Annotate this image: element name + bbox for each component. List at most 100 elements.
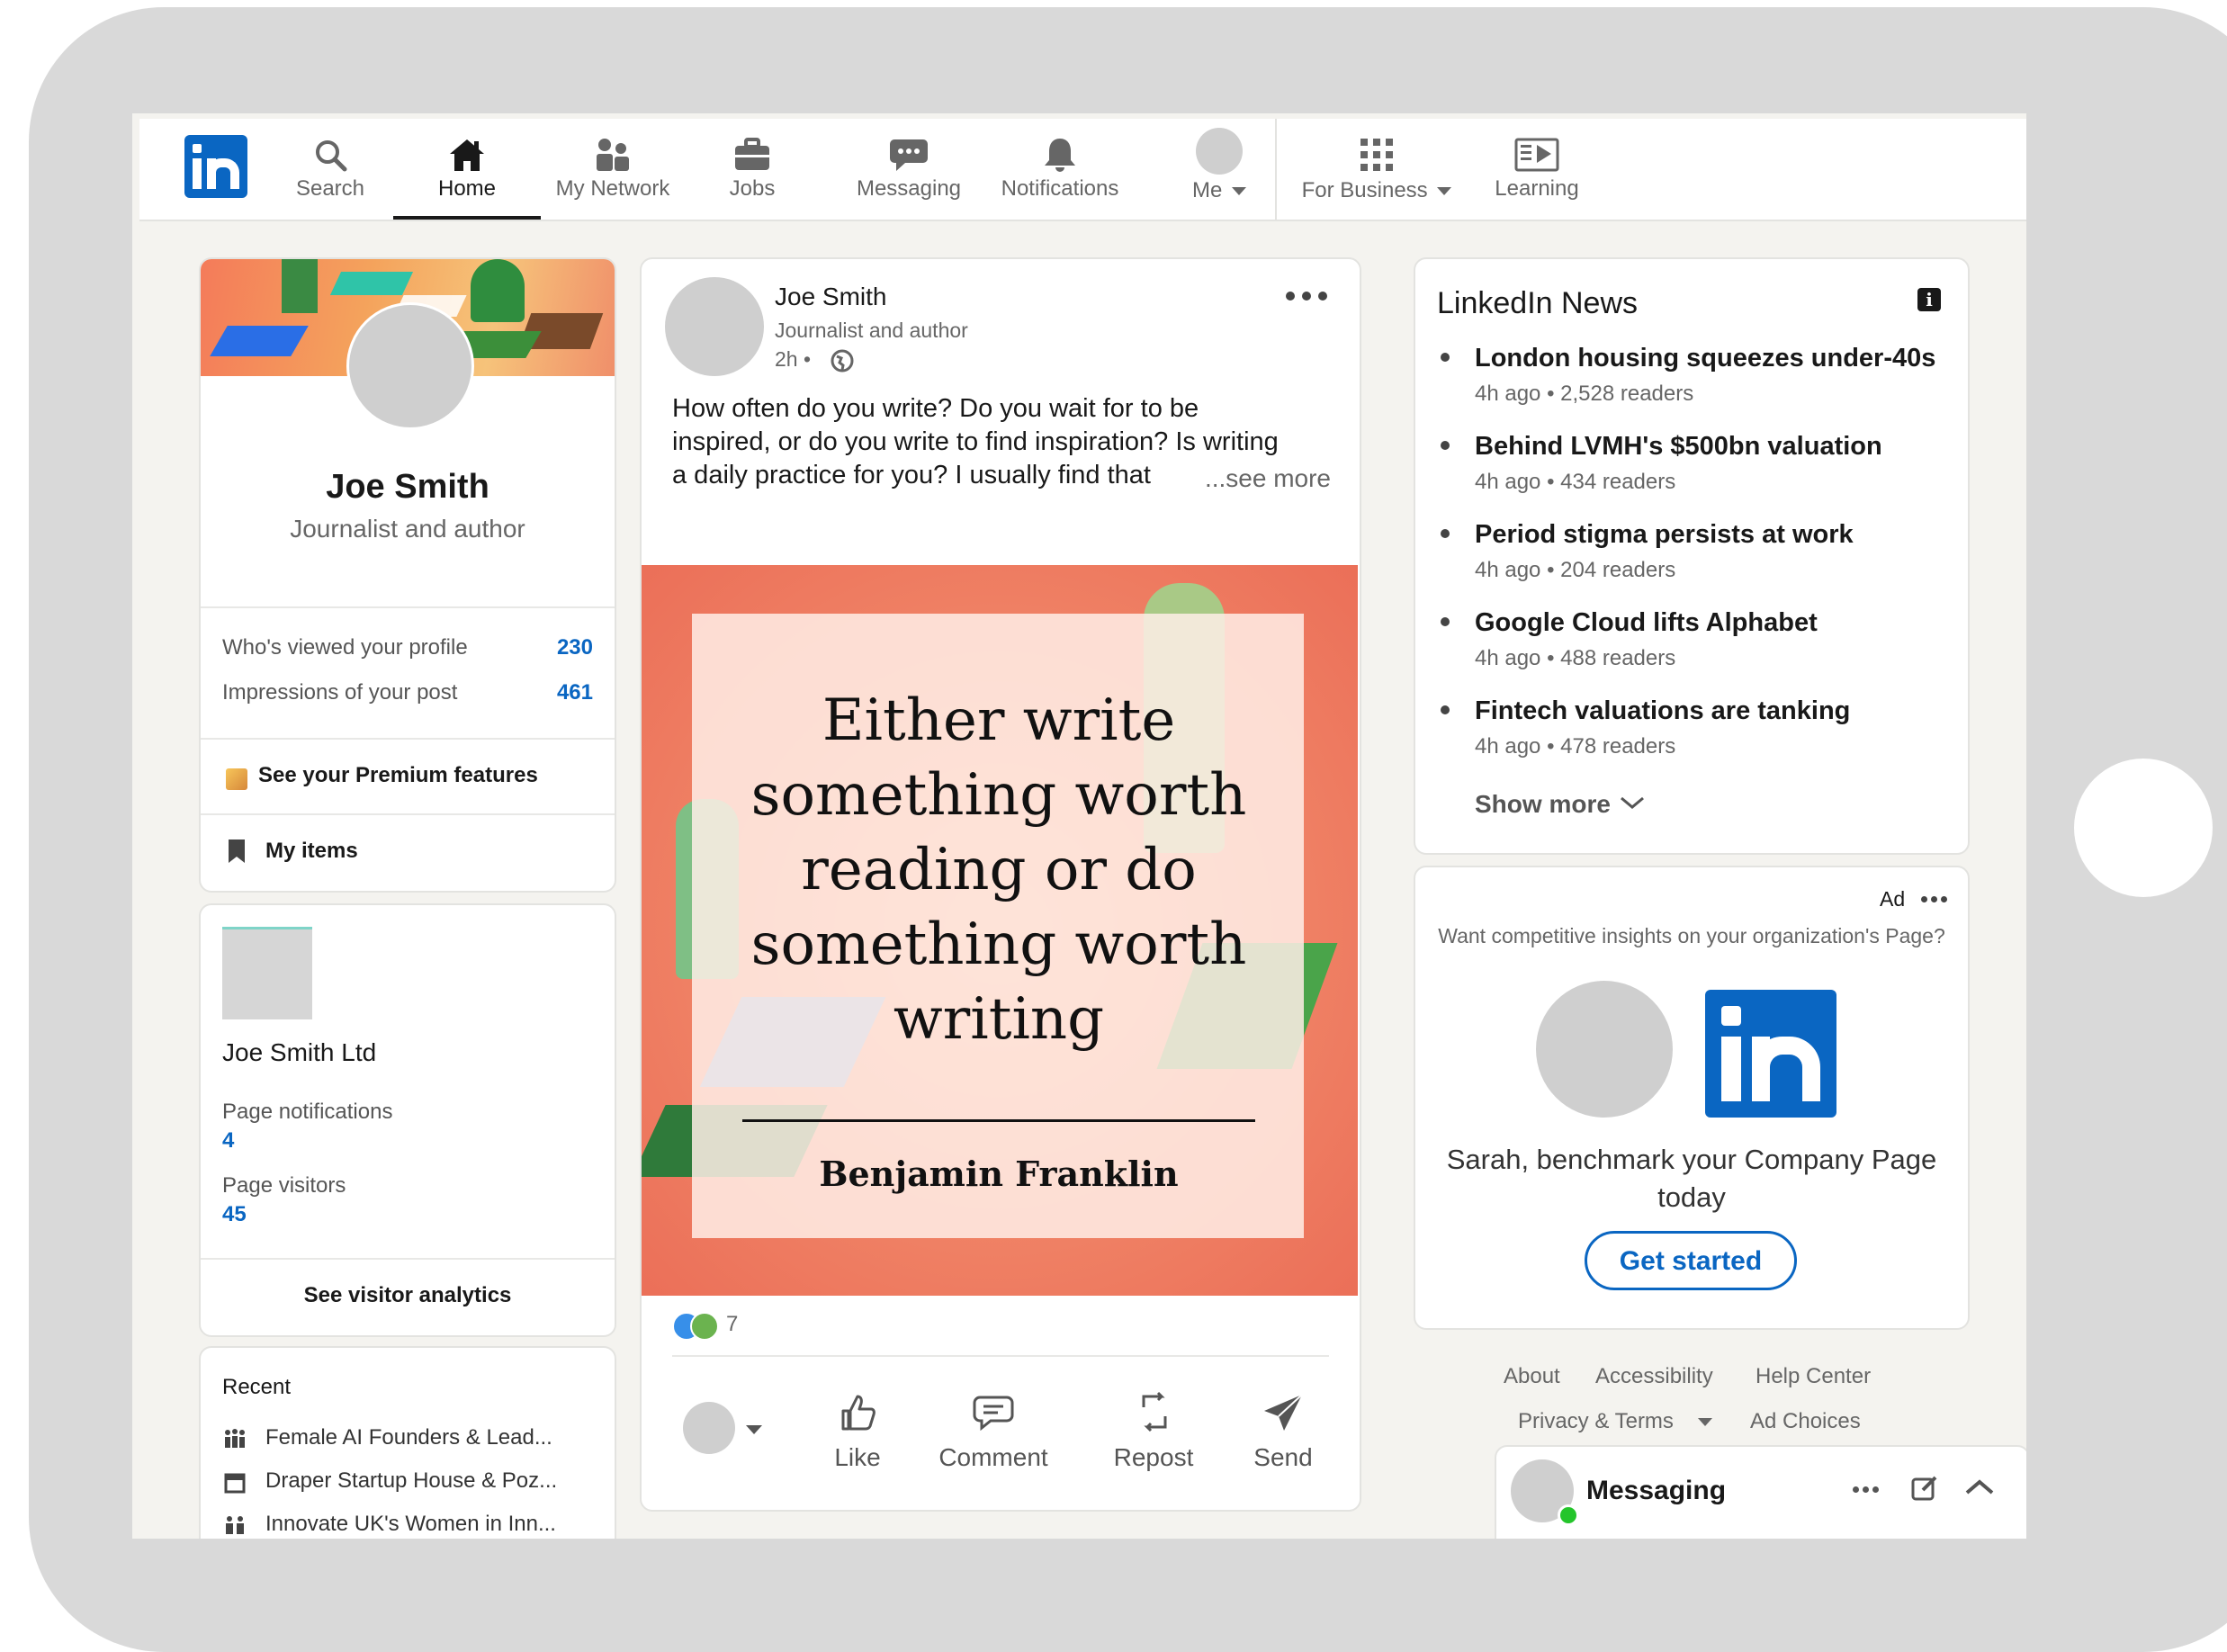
nav-me[interactable]: Me — [1174, 119, 1264, 220]
profile-avatar[interactable] — [346, 302, 474, 430]
footer-link-ad-choices[interactable]: Ad Choices — [1750, 1409, 1861, 1434]
nav-search[interactable]: Search — [276, 119, 384, 220]
news-headline[interactable]: Google Cloud lifts Alphabet — [1475, 608, 1818, 638]
profile-card: Joe Smith Journalist and author Who's vi… — [199, 257, 616, 893]
footer-link-accessibility[interactable]: Accessibility — [1595, 1364, 1713, 1389]
reactor-avatar-selector[interactable] — [683, 1402, 764, 1456]
post-impressions-label[interactable]: Impressions of your post — [222, 680, 457, 705]
bookmark-icon — [228, 839, 246, 864]
news-headline[interactable]: Period stigma persists at work — [1475, 520, 1854, 550]
ad-cta-text: Sarah, benchmark your Company Page today — [1446, 1144, 1937, 1213]
messaging-more-icon[interactable] — [1853, 1486, 1880, 1494]
post-impressions-count[interactable]: 461 — [557, 680, 593, 705]
top-navigation: Search Home My Network Jobs Messaging No… — [139, 119, 2026, 221]
visitor-analytics-link[interactable]: See visitor analytics — [201, 1283, 615, 1308]
recent-item[interactable]: Innovate UK's Women in Inn... — [265, 1512, 556, 1537]
nav-my-network-label: My Network — [555, 176, 670, 201]
comment-icon — [973, 1395, 1014, 1431]
like-button[interactable]: Like — [804, 1386, 911, 1476]
nav-home[interactable]: Home — [393, 119, 541, 220]
news-meta: 4h ago • 434 readers — [1475, 470, 1676, 494]
like-icon — [838, 1393, 877, 1432]
post-time: 2h • — [775, 347, 812, 371]
nav-messaging[interactable]: Messaging — [841, 119, 976, 220]
globe-icon — [831, 349, 854, 373]
company-name[interactable]: Joe Smith Ltd — [222, 1038, 376, 1067]
learning-icon — [1514, 137, 1559, 173]
linkedin-logo-icon — [1705, 990, 1836, 1118]
quote-line: writing — [893, 986, 1105, 1053]
chevron-down-icon — [1437, 187, 1452, 196]
briefcase-icon — [733, 137, 771, 173]
news-meta: 4h ago • 478 readers — [1475, 734, 1676, 759]
chevron-down-icon — [746, 1425, 762, 1434]
news-bullet — [1441, 441, 1450, 450]
chevron-up-icon[interactable] — [1964, 1477, 1995, 1497]
nav-home-label: Home — [437, 176, 497, 201]
recent-item[interactable]: Draper Startup House & Poz... — [265, 1468, 557, 1494]
nav-learning[interactable]: Learning — [1478, 119, 1595, 220]
news-card: LinkedIn News i London housing squeezes … — [1414, 257, 1970, 855]
send-button[interactable]: Send — [1225, 1386, 1342, 1476]
home-icon — [447, 137, 487, 173]
avatar — [683, 1402, 735, 1454]
group-icon — [224, 1515, 246, 1535]
nav-me-label: Me — [1191, 178, 1223, 202]
quote-divider — [742, 1119, 1255, 1122]
company-page-card: Joe Smith Ltd Page notifications 4 Page … — [199, 903, 616, 1337]
comment-button[interactable]: Comment — [917, 1386, 1070, 1476]
news-meta: 4h ago • 204 readers — [1475, 558, 1676, 582]
news-bullet — [1441, 353, 1450, 362]
nav-for-business[interactable]: For Business — [1291, 119, 1462, 220]
my-items-link[interactable]: My items — [265, 839, 358, 864]
post-author-name[interactable]: Joe Smith — [775, 283, 887, 311]
nav-jobs[interactable]: Jobs — [698, 119, 806, 220]
see-more-link[interactable]: ...see more — [1205, 464, 1331, 493]
news-headline[interactable]: Behind LVMH's $500bn valuation — [1475, 432, 1882, 462]
footer-link-about[interactable]: About — [1504, 1364, 1560, 1389]
page-notifications-label[interactable]: Page notifications — [222, 1100, 392, 1125]
reaction-count[interactable]: 7 — [726, 1312, 738, 1337]
premium-features-link[interactable]: See your Premium features — [258, 763, 538, 788]
footer-link-privacy: Privacy & Terms — [1518, 1409, 1674, 1433]
news-headline[interactable]: London housing squeezes under-40s — [1475, 344, 1935, 373]
calendar-icon — [224, 1472, 246, 1494]
company-logo[interactable] — [222, 927, 312, 1019]
tablet-home-button[interactable] — [2074, 759, 2213, 897]
linkedin-logo-icon[interactable] — [184, 135, 247, 198]
post-author-avatar[interactable] — [665, 277, 764, 376]
nav-my-network[interactable]: My Network — [541, 119, 685, 220]
compose-icon[interactable] — [1910, 1474, 1939, 1503]
nav-messaging-label: Messaging — [856, 176, 962, 201]
get-started-button[interactable]: Get started — [1585, 1231, 1797, 1290]
messaging-bar[interactable]: Messaging — [1495, 1445, 2026, 1539]
info-icon[interactable]: i — [1917, 288, 1941, 311]
ad-more-options-icon[interactable] — [1921, 896, 1948, 903]
page-visitors-label[interactable]: Page visitors — [222, 1173, 346, 1199]
chevron-down-icon — [1698, 1418, 1712, 1426]
recent-item[interactable]: Female AI Founders & Lead... — [265, 1425, 552, 1450]
group-icon — [224, 1429, 246, 1449]
messaging-label: Messaging — [1586, 1476, 1727, 1505]
repost-button[interactable]: Repost — [1086, 1386, 1221, 1476]
more-options-icon[interactable] — [1286, 292, 1329, 302]
reaction-icons[interactable] — [672, 1312, 726, 1341]
page-visitors-count[interactable]: 45 — [222, 1202, 247, 1227]
profile-views-label[interactable]: Who's viewed your profile — [222, 635, 468, 660]
profile-name[interactable]: Joe Smith — [201, 468, 615, 507]
recent-title: Recent — [222, 1375, 292, 1399]
page-notifications-count[interactable]: 4 — [222, 1128, 234, 1154]
profile-views-count[interactable]: 230 — [557, 635, 593, 660]
quote-line: reading or do — [801, 837, 1197, 903]
show-more-label: Show more — [1475, 790, 1611, 818]
footer-link-help-center[interactable]: Help Center — [1756, 1364, 1871, 1389]
post-image[interactable]: Either write something worth reading or … — [642, 565, 1358, 1296]
chat-icon — [889, 137, 929, 173]
privacy-terms-dropdown[interactable]: Privacy & Terms — [1518, 1409, 1725, 1440]
news-headline[interactable]: Fintech valuations are tanking — [1475, 696, 1850, 726]
post-body-line: How often do you write? Do you wait for … — [672, 394, 1199, 423]
nav-notifications[interactable]: Notifications — [983, 119, 1136, 220]
show-more-button[interactable]: Show more — [1475, 790, 1673, 826]
bell-icon — [1042, 137, 1078, 173]
grid-icon — [1359, 137, 1395, 173]
